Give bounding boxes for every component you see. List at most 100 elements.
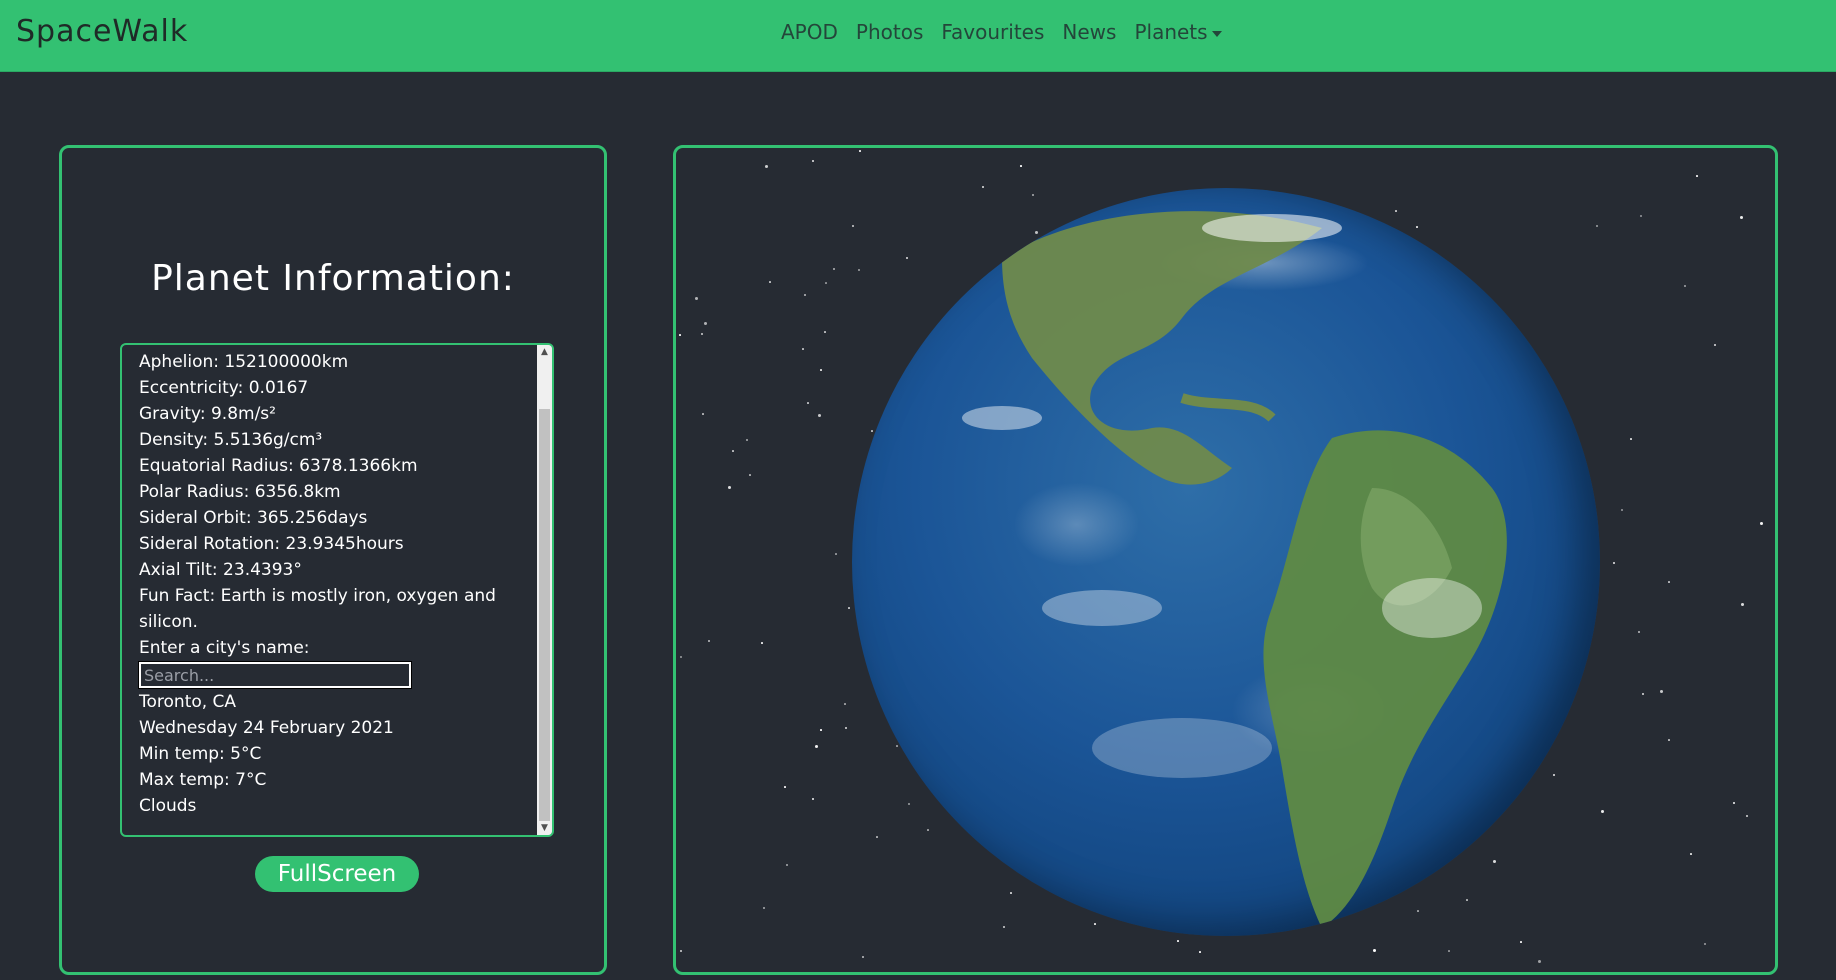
scrollbar-thumb[interactable] xyxy=(539,409,550,821)
info-line-fun-fact: Fun Fact: Earth is mostly iron, oxygen a… xyxy=(139,586,496,632)
info-line-aphelion: Aphelion: 152100000km xyxy=(139,352,349,372)
star-dot xyxy=(1448,950,1450,952)
star-dot xyxy=(1640,215,1642,217)
info-line-equatorial-radius: Equatorial Radius: 6378.1366km xyxy=(139,456,418,476)
navbar: SpaceWalk APOD Photos Favourites News Pl… xyxy=(0,0,1836,72)
star-dot xyxy=(1373,949,1376,952)
star-dot xyxy=(732,450,734,452)
info-line-eccentricity: Eccentricity: 0.0167 xyxy=(139,378,309,398)
brand-logo[interactable]: SpaceWalk xyxy=(16,14,188,49)
star-dot xyxy=(1601,810,1604,813)
star-dot xyxy=(702,413,704,415)
star-dot xyxy=(761,642,763,644)
star-dot xyxy=(786,864,788,866)
star-dot xyxy=(820,369,822,371)
nav-dropdown-planets[interactable]: Planets xyxy=(1134,20,1222,44)
star-dot xyxy=(680,950,682,952)
fullscreen-button[interactable]: FullScreen xyxy=(255,856,419,892)
info-line-axial-tilt: Axial Tilt: 23.4393° xyxy=(139,560,302,580)
star-dot xyxy=(1020,165,1022,167)
nav-links: APOD Photos Favourites News Planets xyxy=(781,20,1240,44)
info-line-polar-radius: Polar Radius: 6356.8km xyxy=(139,482,341,502)
star-dot xyxy=(1690,853,1692,855)
star-dot xyxy=(824,331,826,333)
star-dot xyxy=(1621,509,1623,511)
star-dot xyxy=(1714,344,1716,346)
star-dot xyxy=(1704,943,1706,945)
star-dot xyxy=(859,150,861,152)
info-scroll-box[interactable]: Aphelion: 152100000km Eccentricity: 0.01… xyxy=(120,343,554,837)
weather-location: Toronto, CA xyxy=(139,692,237,712)
star-dot xyxy=(844,703,846,705)
star-dot xyxy=(728,486,731,489)
star-dot xyxy=(763,907,765,909)
city-search-input[interactable] xyxy=(138,661,412,689)
star-dot xyxy=(807,402,809,404)
weather-conditions: Clouds xyxy=(139,796,197,816)
star-dot xyxy=(1733,802,1735,804)
star-dot xyxy=(1630,438,1632,440)
nav-link-photos[interactable]: Photos xyxy=(856,20,923,44)
star-dot xyxy=(695,297,698,300)
star-dot xyxy=(848,607,850,609)
planet-3d-viewer[interactable] xyxy=(673,145,1778,975)
continents-shape xyxy=(962,211,1507,928)
star-dot xyxy=(704,322,707,325)
planets-dropdown-label: Planets xyxy=(1134,20,1208,44)
star-dot xyxy=(1741,603,1744,606)
star-dot xyxy=(1668,739,1670,741)
star-dot xyxy=(1613,562,1615,564)
star-dot xyxy=(820,729,822,731)
nav-link-apod[interactable]: APOD xyxy=(781,20,838,44)
scroll-down-arrow-icon[interactable]: ▼ xyxy=(537,821,552,835)
city-prompt: Enter a city's name: xyxy=(139,638,310,658)
star-dot xyxy=(835,553,837,555)
star-dot xyxy=(765,165,768,168)
star-dot xyxy=(1660,690,1663,693)
star-dot xyxy=(1642,693,1644,695)
nav-link-news[interactable]: News xyxy=(1062,20,1116,44)
star-dot xyxy=(1740,216,1743,219)
star-dot xyxy=(812,798,814,800)
info-line-density: Density: 5.5136g/cm³ xyxy=(139,430,323,450)
star-dot xyxy=(708,640,710,642)
star-dot xyxy=(1668,581,1670,583)
star-dot xyxy=(1760,522,1763,525)
star-dot xyxy=(862,956,864,958)
panel-title: Planet Information: xyxy=(151,258,515,299)
star-dot xyxy=(1684,285,1686,287)
star-dot xyxy=(1520,941,1522,943)
info-content: Aphelion: 152100000km Eccentricity: 0.01… xyxy=(138,349,519,819)
star-dot xyxy=(1696,175,1698,177)
info-scrollbar[interactable]: ▲ ▼ xyxy=(537,345,552,835)
star-dot xyxy=(784,786,786,788)
star-dot xyxy=(1638,631,1640,633)
star-dot xyxy=(680,656,682,658)
scroll-up-arrow-icon[interactable]: ▲ xyxy=(537,345,552,359)
nav-link-favourites[interactable]: Favourites xyxy=(941,20,1044,44)
earth-globe-image xyxy=(852,188,1600,936)
star-dot xyxy=(815,745,818,748)
star-dot xyxy=(1177,940,1179,942)
star-dot xyxy=(833,268,835,270)
star-dot xyxy=(825,282,827,284)
star-dot xyxy=(746,439,748,441)
star-dot xyxy=(1746,815,1748,817)
star-dot xyxy=(701,333,703,335)
star-dot xyxy=(818,414,821,417)
star-dot xyxy=(802,348,804,350)
planet-info-panel: Planet Information: Aphelion: 152100000k… xyxy=(59,145,607,975)
star-dot xyxy=(1538,960,1541,963)
weather-date: Wednesday 24 February 2021 xyxy=(139,718,394,738)
weather-min-temp: Min temp: 5°C xyxy=(139,744,262,764)
star-dot xyxy=(804,294,806,296)
info-line-gravity: Gravity: 9.8m/s² xyxy=(139,404,276,424)
star-dot xyxy=(769,281,771,283)
info-line-sideral-rotation: Sideral Rotation: 23.9345hours xyxy=(139,534,404,554)
star-dot xyxy=(749,474,751,476)
star-dot xyxy=(812,160,814,162)
star-dot xyxy=(845,727,847,729)
weather-max-temp: Max temp: 7°C xyxy=(139,770,267,790)
caret-down-icon xyxy=(1211,30,1222,37)
star-dot xyxy=(679,334,681,336)
